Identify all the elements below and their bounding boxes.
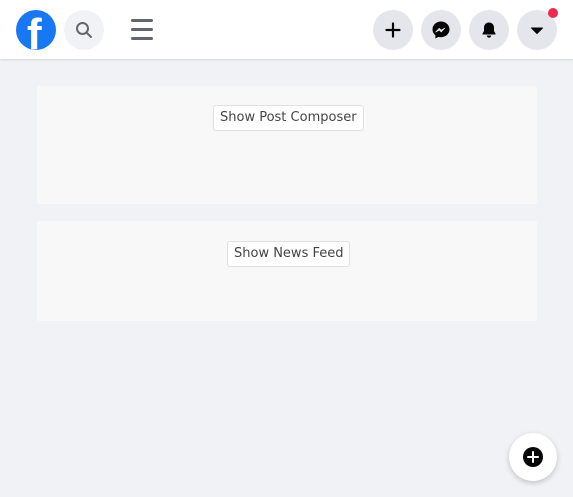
account-menu-button[interactable]: [517, 8, 558, 50]
bell-icon: [482, 22, 496, 38]
search-button[interactable]: [64, 10, 104, 50]
show-news-feed-button[interactable]: Show News Feed: [227, 241, 351, 267]
top-navigation-bar: f: [0, 0, 573, 59]
notifications-button[interactable]: [469, 10, 509, 50]
messenger-icon: [432, 21, 450, 39]
messenger-button[interactable]: [421, 10, 461, 50]
create-button[interactable]: [373, 10, 413, 50]
menu-bar-bottom: [131, 37, 153, 40]
logo-letter: f: [27, 10, 42, 50]
post-composer-card: Show Post Composer: [37, 86, 537, 204]
menu-bar-middle: [131, 28, 153, 31]
facebook-logo[interactable]: f: [16, 10, 56, 50]
plus-icon: [385, 22, 401, 38]
caret-down-icon: [531, 27, 543, 34]
news-feed-card: Show News Feed: [37, 221, 537, 321]
menu-bar-top: [131, 19, 153, 22]
search-icon: [76, 22, 92, 38]
notification-badge: [548, 8, 558, 18]
hamburger-menu-button[interactable]: [128, 14, 158, 46]
compose-plus-icon: [523, 447, 543, 467]
show-post-composer-button[interactable]: Show Post Composer: [213, 105, 364, 131]
new-message-fab[interactable]: [509, 433, 557, 481]
